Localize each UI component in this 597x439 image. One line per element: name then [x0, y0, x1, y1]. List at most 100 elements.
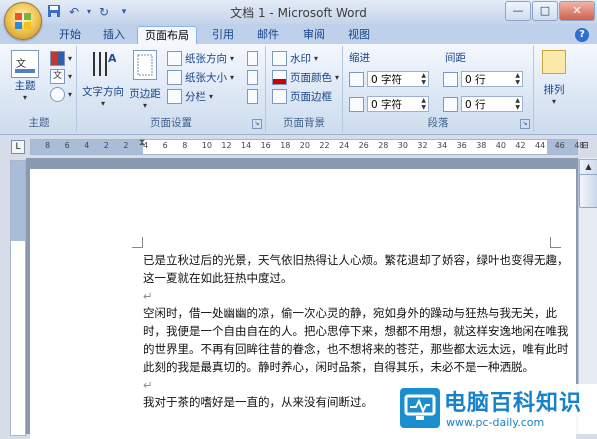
- svg-text:A: A: [108, 52, 116, 65]
- close-icon[interactable]: ✕: [559, 1, 595, 21]
- orientation-label: 纸张方向: [185, 53, 227, 65]
- text-direction-button[interactable]: A 文字方向 ▾: [81, 50, 125, 108]
- page-setup-group: A 文字方向 ▾ 页边距 ▾ 纸张方向 ▾ 纸张大小 ▾ 分栏 ▾ 页面设置 ↘: [77, 46, 266, 132]
- ruler-tick-label: 28: [378, 141, 389, 150]
- ruler-tick-label: 40: [495, 141, 506, 150]
- office-logo-icon: [15, 13, 31, 29]
- page-borders-button[interactable]: 页面边框: [272, 88, 332, 105]
- minimize-icon[interactable]: —: [505, 1, 531, 21]
- page-color-button[interactable]: 页面颜色 ▾: [272, 69, 339, 86]
- ruler-tick-label: 6: [162, 141, 168, 150]
- spinner-arrows-icon[interactable]: ▲ ▼: [515, 72, 520, 86]
- svg-text:文: 文: [16, 57, 26, 70]
- paper-size-icon: [167, 70, 182, 85]
- tab-home[interactable]: 开始: [52, 26, 88, 44]
- page-setup-group-label: 页面设置: [150, 117, 192, 129]
- spinner-arrows-icon[interactable]: ▲ ▼: [421, 97, 426, 111]
- maximize-icon[interactable]: □: [532, 1, 558, 21]
- ruler-tick-label: 22: [319, 141, 330, 150]
- ruler-tick-label: 8: [182, 141, 188, 150]
- site-watermark: 电脑百科知识 www.pc-daily.com: [398, 384, 597, 434]
- watermark-title: 电脑百科知识: [444, 391, 583, 416]
- text-direction-label: 文字方向: [82, 86, 124, 98]
- ruler-tick-label: 44: [535, 141, 546, 150]
- tab-mailings[interactable]: 邮件: [250, 26, 286, 44]
- theme-icon: 文: [11, 50, 39, 78]
- ruler-tick-label: 2: [123, 141, 129, 150]
- tab-page-layout[interactable]: 页面布局: [137, 26, 197, 45]
- tab-selector[interactable]: L: [11, 140, 25, 154]
- indent-left-spinner: 0 字符 ▲ ▼: [349, 70, 429, 88]
- ruler-tick-label: 10: [201, 141, 212, 150]
- paragraph-1[interactable]: 已是立秋过后的光景，天气依旧热得让人心烦。繁花退却了娇容，绿叶也变得无趣，这一夏…: [143, 251, 573, 287]
- indent-right-input[interactable]: 0 字符 ▲ ▼: [367, 96, 429, 112]
- theme-button[interactable]: 文 主题 ▾: [8, 50, 42, 102]
- chevron-down-icon: ▾: [551, 97, 556, 106]
- scroll-up-icon[interactable]: ▲: [579, 159, 597, 175]
- page-borders-icon: [272, 89, 287, 104]
- help-icon[interactable]: ?: [575, 28, 589, 42]
- dialog-launcher-icon[interactable]: ↘: [252, 119, 262, 129]
- theme-group-label: 主题: [28, 117, 50, 129]
- chevron-down-icon: ▾: [314, 54, 319, 63]
- line-numbers-button[interactable]: [247, 69, 258, 86]
- ruler-tick-label: 14: [241, 141, 252, 150]
- paragraph-mark: ↵: [143, 289, 153, 303]
- indent-marker-icon[interactable]: ⧗: [139, 138, 145, 148]
- indent-label: 缩进: [349, 52, 370, 64]
- ruler-tick-label: 32: [417, 141, 428, 150]
- chevron-down-icon: ▾: [335, 73, 340, 82]
- ruler-tick-label: 30: [397, 141, 408, 150]
- paper-size-button[interactable]: 纸张大小 ▾: [167, 69, 234, 86]
- arrange-button[interactable]: 排列 ▾: [537, 50, 571, 106]
- ruler-tick-label: 20: [299, 141, 310, 150]
- indent-left-input[interactable]: 0 字符 ▲ ▼: [367, 71, 429, 87]
- hyphenation-button[interactable]: [247, 88, 258, 105]
- tab-view[interactable]: 视图: [341, 26, 377, 44]
- paper-size-label: 纸张大小: [185, 72, 227, 84]
- monitor-logo-icon: [400, 388, 440, 428]
- breaks-button[interactable]: [247, 50, 258, 67]
- tab-insert[interactable]: 插入: [96, 26, 132, 44]
- chevron-down-icon: ▾: [230, 54, 235, 63]
- view-ruler-icon[interactable]: ⊟: [579, 140, 591, 152]
- spinner-arrows-icon[interactable]: ▲ ▼: [421, 72, 426, 86]
- vertical-ruler[interactable]: [10, 160, 26, 436]
- ruler-tick-label: 36: [456, 141, 467, 150]
- scrollbar-thumb[interactable]: [579, 174, 597, 208]
- page-borders-label: 页面边框: [290, 91, 332, 103]
- ribbon: 文 主题 ▾ ▾ 文 ▾ ▾ 主题 A 文字方向 ▾ 页边距 ▾ 纸张方向 ▾ 纸张…: [0, 44, 597, 135]
- arrange-label: 排列: [543, 84, 565, 96]
- arrange-icon: [542, 50, 566, 74]
- horizontal-ruler[interactable]: 8 6 4 2 2 4 6 8 10 12 14 16 18 20 22 24 26 28 30 32 34 36 38 40…: [30, 138, 584, 155]
- chevron-down-icon: ▾: [68, 72, 73, 81]
- page-color-icon: [272, 70, 287, 85]
- columns-label: 分栏: [185, 91, 206, 103]
- page-background-group-label: 页面背景: [283, 117, 325, 129]
- orientation-icon: [167, 51, 182, 66]
- orientation-button[interactable]: 纸张方向 ▾: [167, 50, 234, 67]
- spacing-after-input[interactable]: 0 行 ▲ ▼: [461, 96, 523, 112]
- columns-button[interactable]: 分栏 ▾: [167, 88, 213, 105]
- theme-fonts-button[interactable]: 文 ▾: [50, 68, 72, 85]
- paragraph-2[interactable]: 空闲时，借一处幽幽的凉，偷一次心灵的静，宛如身外的躁动与狂热与我无关，此时，我便…: [143, 304, 573, 376]
- dialog-launcher-icon[interactable]: ↘: [520, 119, 530, 129]
- chevron-down-icon: ▾: [68, 54, 73, 63]
- ruler-tick-label: 18: [280, 141, 291, 150]
- chevron-down-icon: ▾: [142, 101, 147, 110]
- ruler-tick-label: 46: [554, 141, 565, 150]
- tab-review[interactable]: 审阅: [296, 26, 332, 44]
- spinner-arrows-icon[interactable]: ▲ ▼: [515, 97, 520, 111]
- theme-colors-icon: [50, 51, 65, 66]
- indent-right-spinner: 0 字符 ▲ ▼: [349, 95, 429, 113]
- ruler-tick-label: 24: [339, 141, 350, 150]
- text-direction-icon: A: [90, 50, 117, 80]
- margins-button[interactable]: 页边距 ▾: [127, 50, 163, 110]
- theme-effects-button[interactable]: ▾: [50, 86, 72, 103]
- office-button[interactable]: [4, 2, 42, 40]
- watermark-label: 水印: [290, 53, 311, 65]
- tab-references[interactable]: 引用: [205, 26, 241, 44]
- watermark-button[interactable]: 水印 ▾: [272, 50, 318, 67]
- theme-colors-button[interactable]: ▾: [50, 50, 72, 67]
- spacing-before-input[interactable]: 0 行 ▲ ▼: [461, 71, 523, 87]
